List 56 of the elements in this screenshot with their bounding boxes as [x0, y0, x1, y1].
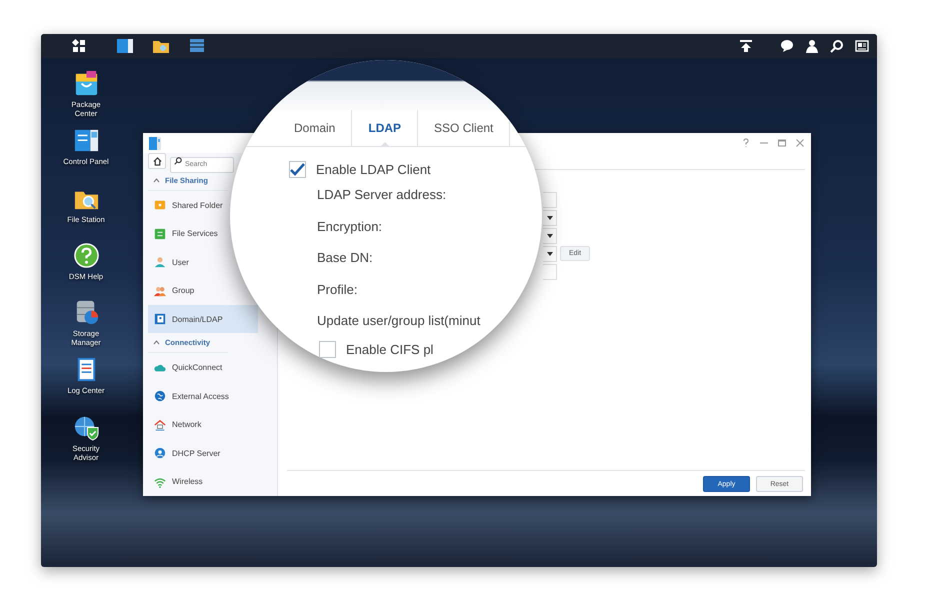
checkbox-label[interactable]: Enable CIFS pl: [346, 342, 434, 357]
storage-icon[interactable]: [188, 38, 206, 54]
upload-icon[interactable]: [739, 39, 753, 53]
sidebar-item[interactable]: Domain/LDAP: [148, 304, 258, 334]
caret-icon: [547, 234, 553, 238]
tab[interactable]: SSO Client: [418, 110, 510, 146]
user-icon: [154, 256, 166, 268]
chat-icon[interactable]: [780, 39, 794, 53]
home-icon: [152, 156, 162, 166]
app-shortcut-icon[interactable]: [72, 242, 100, 269]
caret-icon: [547, 216, 553, 220]
field-label: LDAP Server address:: [317, 187, 446, 202]
sidebar-item[interactable]: Network: [148, 410, 210, 439]
sidebar-item[interactable]: Group: [148, 276, 202, 305]
dropdown-field[interactable]: [543, 228, 557, 244]
sidebar-item[interactable]: User: [148, 248, 197, 276]
input-field[interactable]: [543, 192, 557, 208]
field-label: Encryption:: [317, 218, 382, 234]
search-icon[interactable]: [830, 39, 844, 53]
folder-icon[interactable]: [152, 38, 170, 54]
dropdown-field[interactable]: [543, 246, 557, 262]
user-icon[interactable]: [805, 39, 819, 53]
search-icon: [174, 157, 182, 165]
main-menu-icon[interactable]: [70, 38, 88, 54]
dropdown-field[interactable]: [543, 210, 557, 226]
shared-folder-icon: [154, 199, 166, 212]
checkbox-label[interactable]: Enable LDAP Client: [316, 162, 431, 176]
sidebar-item[interactable]: External Access: [148, 382, 237, 410]
caret-icon: [547, 252, 553, 256]
tab[interactable]: LDAP: [352, 110, 418, 146]
tab[interactable]: Domain: [278, 110, 352, 146]
help-icon[interactable]: [741, 138, 751, 148]
globe-icon: [154, 390, 166, 402]
field-label: Profile:: [317, 282, 358, 297]
widgets-icon[interactable]: [855, 39, 869, 53]
control-panel-icon[interactable]: [116, 38, 134, 54]
checkbox[interactable]: [319, 341, 336, 358]
group-icon: [154, 284, 166, 297]
house-icon: [154, 418, 166, 431]
file-services-icon: [154, 228, 166, 240]
control-panel-icon: [149, 136, 161, 150]
wifi-icon: [154, 476, 166, 488]
sidebar-item[interactable]: DHCP Server: [148, 438, 228, 468]
input-field[interactable]: [543, 264, 557, 280]
maximize-icon[interactable]: [777, 138, 787, 148]
sidebar-item[interactable]: QuickConnect: [148, 353, 230, 382]
sidebar-item[interactable]: Wireless: [148, 467, 211, 496]
close-icon[interactable]: [795, 138, 805, 148]
sidebar-item[interactable]: Shared Folder: [148, 190, 231, 220]
checkbox[interactable]: [289, 160, 306, 178]
person-circle-icon: [154, 447, 166, 460]
field-label: Update user/group list(minut: [317, 313, 480, 328]
sidebar-item[interactable]: File Services: [148, 219, 226, 248]
home-button[interactable]: [148, 153, 166, 169]
field-label: Base DN:: [317, 250, 373, 266]
id-card-icon: [154, 313, 166, 326]
